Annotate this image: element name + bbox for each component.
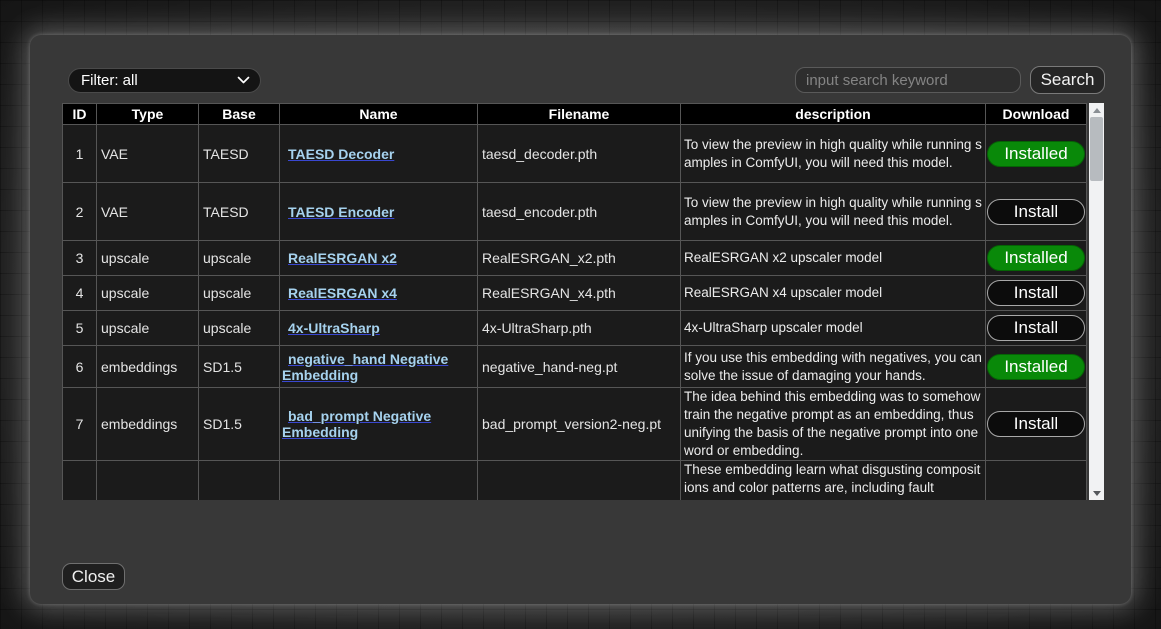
cell-filename: taesd_decoder.pth [478,125,681,183]
header-description: description [681,104,986,125]
cell-type: embeddings [97,388,199,461]
cell-id: 4 [63,276,97,311]
cell-name: 4x-UltraSharp [280,311,478,346]
table-row: 7 embeddings SD1.5 bad_prompt Negative E… [63,388,1087,461]
install-models-dialog: Filter: all Search ID Type Base Name Fil… [30,35,1131,604]
cell-download: Install [986,311,1087,346]
cell-name: TAESD Encoder [280,183,478,241]
cell-name: bad_prompt Negative Embedding [280,388,478,461]
cell-description: RealESRGAN x4 upscaler model [681,276,986,311]
table-scrollbar[interactable] [1089,103,1104,500]
cell-download: Install [986,276,1087,311]
model-name-link[interactable]: bad_prompt Negative Embedding [282,408,431,440]
table-row: 6 embeddings SD1.5 negative_hand Negativ… [63,346,1087,388]
model-name-link[interactable]: RealESRGAN x2 [288,250,397,266]
cell-base: SD1.5 [199,388,280,461]
install-button[interactable]: Install [987,411,1085,437]
cell-base [199,461,280,501]
cell-download: Install [986,388,1087,461]
cell-name: RealESRGAN x2 [280,241,478,276]
cell-type: upscale [97,276,199,311]
scrollbar-thumb[interactable] [1090,117,1103,181]
cell-base: TAESD [199,125,280,183]
table-row: 5 upscale upscale 4x-UltraSharp 4x-Ultra… [63,311,1087,346]
chevron-down-icon [237,76,250,85]
cell-name: RealESRGAN x4 [280,276,478,311]
models-table: ID Type Base Name Filename description D… [62,103,1087,500]
cell-description: To view the preview in high quality whil… [681,125,986,183]
table-row: These embedding learn what disgusting co… [63,461,1087,501]
cell-type: embeddings [97,346,199,388]
cell-type: VAE [97,125,199,183]
header-base: Base [199,104,280,125]
cell-filename: 4x-UltraSharp.pth [478,311,681,346]
install-button[interactable]: Install [987,280,1085,306]
cell-filename: negative_hand-neg.pt [478,346,681,388]
cell-filename: RealESRGAN_x2.pth [478,241,681,276]
filter-select-value: Filter: all [81,72,237,89]
install-button[interactable]: Install [987,315,1085,341]
cell-name [280,461,478,501]
table-row: 4 upscale upscale RealESRGAN x4 RealESRG… [63,276,1087,311]
scroll-up-arrow-icon[interactable] [1089,103,1104,117]
cell-id: 2 [63,183,97,241]
model-name-link[interactable]: negative_hand Negative Embedding [282,351,448,383]
cell-download: Installed [986,125,1087,183]
cell-name: negative_hand Negative Embedding [280,346,478,388]
search-input[interactable] [795,67,1021,93]
cell-description: If you use this embedding with negatives… [681,346,986,388]
cell-download: Installed [986,346,1087,388]
install-button[interactable]: Install [987,199,1085,225]
model-name-link[interactable]: TAESD Decoder [288,146,394,162]
cell-type: upscale [97,311,199,346]
cell-download: Install [986,183,1087,241]
cell-filename: RealESRGAN_x4.pth [478,276,681,311]
cell-filename [478,461,681,501]
table-header-row: ID Type Base Name Filename description D… [63,104,1087,125]
install-button[interactable]: Installed [987,245,1085,271]
close-button[interactable]: Close [62,563,125,590]
cell-description: RealESRGAN x2 upscaler model [681,241,986,276]
table-row: 2 VAE TAESD TAESD Encoder taesd_encoder.… [63,183,1087,241]
cell-download [986,461,1087,501]
cell-type [97,461,199,501]
header-name: Name [280,104,478,125]
scroll-down-arrow-icon[interactable] [1089,486,1104,500]
model-name-link[interactable]: TAESD Encoder [288,204,394,220]
cell-id: 3 [63,241,97,276]
header-filename: Filename [478,104,681,125]
cell-name: TAESD Decoder [280,125,478,183]
search-button[interactable]: Search [1030,66,1105,94]
cell-type: VAE [97,183,199,241]
model-name-link[interactable]: 4x-UltraSharp [288,320,380,336]
cell-id [63,461,97,501]
cell-download: Installed [986,241,1087,276]
cell-id: 1 [63,125,97,183]
models-table-container: ID Type Base Name Filename description D… [62,103,1088,500]
install-button[interactable]: Installed [987,354,1085,380]
cell-base: upscale [199,241,280,276]
cell-id: 5 [63,311,97,346]
cell-type: upscale [97,241,199,276]
cell-base: upscale [199,311,280,346]
cell-description: These embedding learn what disgusting co… [681,461,986,501]
cell-base: SD1.5 [199,346,280,388]
cell-filename: taesd_encoder.pth [478,183,681,241]
cell-filename: bad_prompt_version2-neg.pt [478,388,681,461]
header-type: Type [97,104,199,125]
cell-base: TAESD [199,183,280,241]
install-button[interactable]: Installed [987,141,1085,167]
header-download: Download [986,104,1087,125]
filter-select[interactable]: Filter: all [68,68,261,93]
header-id: ID [63,104,97,125]
cell-id: 7 [63,388,97,461]
cell-description: 4x-UltraSharp upscaler model [681,311,986,346]
table-row: 1 VAE TAESD TAESD Decoder taesd_decoder.… [63,125,1087,183]
table-row: 3 upscale upscale RealESRGAN x2 RealESRG… [63,241,1087,276]
cell-base: upscale [199,276,280,311]
cell-description: To view the preview in high quality whil… [681,183,986,241]
cell-description: The idea behind this embedding was to so… [681,388,986,461]
model-name-link[interactable]: RealESRGAN x4 [288,285,397,301]
cell-id: 6 [63,346,97,388]
